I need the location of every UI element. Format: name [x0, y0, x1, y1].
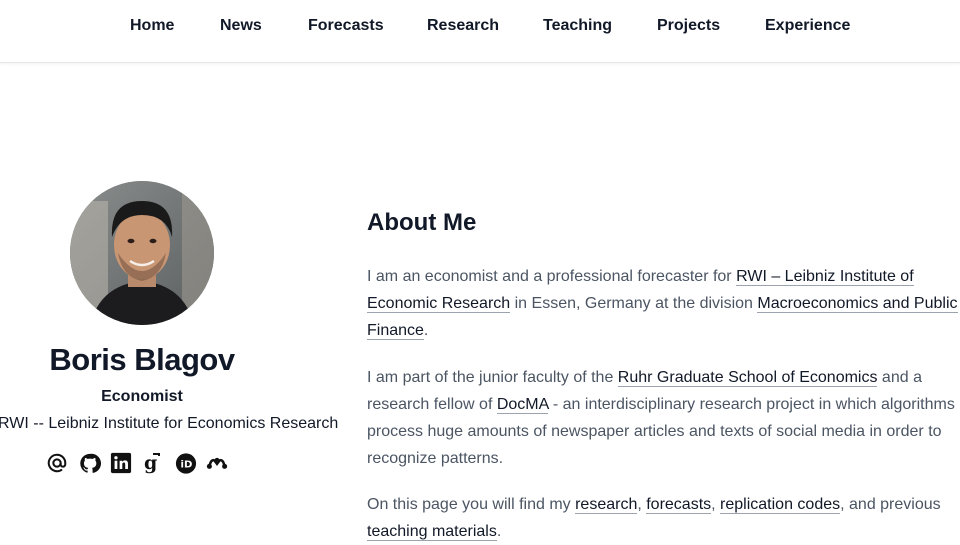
- nav-home[interactable]: Home: [130, 17, 174, 35]
- orcid-icon[interactable]: iD: [175, 452, 197, 474]
- paragraph-text: ,: [711, 496, 721, 513]
- profile-role: Economist: [101, 388, 183, 405]
- link-research[interactable]: research: [575, 496, 638, 514]
- profile-name: Boris Blagov: [49, 342, 235, 377]
- github-icon[interactable]: [79, 452, 101, 474]
- profile-affiliation: RWI -- Leibniz Institute for Economics R…: [0, 415, 339, 432]
- paragraph-text: , and previous: [840, 496, 941, 513]
- paragraph-text: .: [496, 523, 502, 540]
- link-ruhr-graduate-school[interactable]: Ruhr Graduate School of Economics: [617, 369, 878, 387]
- paragraph-text: I am part of the junior faculty of the: [367, 369, 618, 386]
- svg-text:g: g: [144, 452, 157, 474]
- nav-projects[interactable]: Projects: [657, 17, 720, 35]
- email-icon[interactable]: [46, 452, 68, 474]
- paragraph-text: in Essen, Germany at the division: [510, 295, 758, 312]
- paragraph-text: I am an economist and a professional for…: [367, 268, 737, 285]
- avatar-photo: [70, 181, 214, 325]
- nav-teaching[interactable]: Teaching: [543, 17, 612, 35]
- paragraph-text: .: [423, 322, 429, 339]
- link-replication-codes[interactable]: replication codes: [720, 496, 841, 514]
- about-paragraph-2: I am part of the junior faculty of the R…: [367, 364, 960, 472]
- avatar: [70, 181, 214, 325]
- paragraph-text: On this page you will find my: [367, 496, 576, 513]
- nav-news[interactable]: News: [220, 17, 262, 35]
- nav-research[interactable]: Research: [427, 17, 499, 35]
- google-scholar-icon[interactable]: g: [140, 452, 162, 474]
- nav-forecasts[interactable]: Forecasts: [308, 17, 384, 35]
- mendeley-icon[interactable]: [206, 452, 228, 474]
- link-forecasts[interactable]: forecasts: [646, 496, 712, 514]
- about-heading: About Me: [367, 209, 477, 236]
- nav-experience[interactable]: Experience: [765, 17, 850, 35]
- svg-text:iD: iD: [181, 459, 193, 470]
- about-paragraph-3: On this page you will find my research , …: [367, 491, 960, 545]
- linkedin-icon[interactable]: [110, 452, 132, 474]
- paragraph-text: ,: [637, 496, 647, 513]
- about-paragraph-1: I am an economist and a professional for…: [367, 263, 960, 344]
- link-teaching-materials[interactable]: teaching materials: [367, 523, 497, 541]
- top-navbar: Home News Forecasts Research Teaching Pr…: [0, 0, 960, 63]
- link-docma[interactable]: DocMA: [496, 396, 549, 414]
